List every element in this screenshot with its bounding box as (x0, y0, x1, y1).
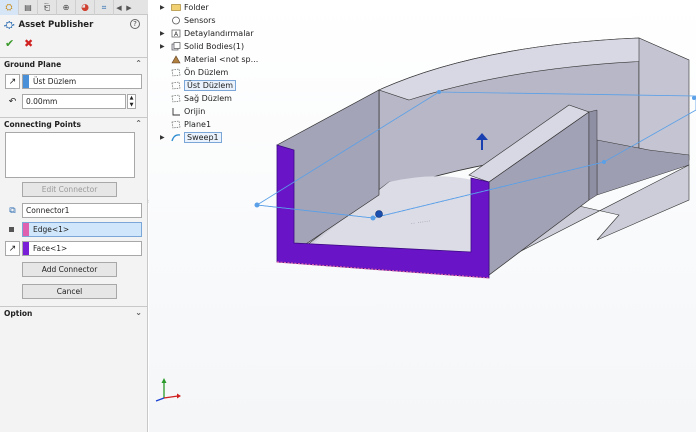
option-section-header[interactable]: Option ⌄ (0, 306, 148, 320)
chevron-up-icon[interactable]: ⌃ (135, 59, 142, 68)
right-upright-edge-face (588, 109, 598, 201)
property-manager-icon: ▤ (24, 3, 32, 12)
face-direction-icon[interactable]: ↗ (5, 241, 20, 256)
plane-handle[interactable] (692, 96, 696, 100)
offset-input[interactable]: 0.00mm (22, 94, 126, 109)
panel-title: ⛮ Asset Publisher ? (4, 18, 144, 32)
ground-plane-section-header[interactable]: Ground Plane ⌃ (0, 57, 148, 71)
stepper-down-icon[interactable]: ▼ (128, 102, 135, 109)
axis-triad (155, 378, 181, 402)
edge-swatch (23, 223, 29, 236)
cancel-button[interactable]: Cancel (22, 284, 117, 299)
x-axis-icon (163, 395, 179, 399)
connector-point-marker[interactable] (375, 210, 383, 218)
tab-property-manager[interactable]: ▤ (19, 0, 38, 15)
connector-list-box[interactable] (5, 132, 135, 178)
tree-item-plane1[interactable]: Plane1 (160, 118, 211, 130)
ok-button[interactable]: ✔ (5, 37, 14, 50)
cancel-x-button[interactable]: ✖ (24, 37, 33, 50)
asset-publisher-icon: ⛮ (4, 19, 15, 31)
offset-icon: ↶ (8, 96, 17, 107)
configuration-icon: ⎗ (43, 2, 51, 12)
annotations-icon: A (170, 28, 181, 38)
expand-icon[interactable]: ▶ (160, 30, 170, 37)
tree-item-solid-bodies[interactable]: ▶ Solid Bodies(1) (160, 40, 244, 52)
ground-plane-header-label: Ground Plane (4, 60, 62, 69)
tab-display-manager[interactable]: ◕ (76, 0, 95, 15)
z-axis-icon (155, 397, 165, 402)
tree-item-annotations[interactable]: ▶ A Detaylandırmalar (160, 27, 254, 39)
tab-scroll-right[interactable]: ▶ (124, 0, 134, 15)
face-value: Face<1> (33, 244, 68, 253)
tree-item-front-plane[interactable]: Ön Düzlem (160, 66, 228, 78)
tab-scroll-left[interactable]: ◀ (114, 0, 124, 15)
sweep-icon (170, 132, 181, 142)
chevron-right-icon: ▶ (126, 3, 132, 12)
dimxpert-icon: ⊕ (62, 3, 70, 12)
plane-handle[interactable] (602, 160, 606, 164)
tree-item-right-plane[interactable]: Sağ Düzlem (160, 92, 232, 104)
plane-direction-icon[interactable]: ↗ (5, 74, 20, 89)
tab-feature-manager[interactable]: ⛭ (0, 0, 19, 15)
tree-item-origin[interactable]: Orijin (160, 105, 205, 117)
plane-swatch (23, 75, 29, 88)
tab-dimxpert[interactable]: ⊕ (57, 0, 76, 15)
display-manager-icon: ◕ (81, 2, 89, 13)
expand-icon[interactable]: ▶ (160, 43, 170, 50)
tree-item-folder[interactable]: ▶ Folder (160, 1, 209, 13)
plane-handle[interactable] (437, 90, 441, 94)
tree-item-material[interactable]: Material <not sp... (160, 53, 258, 65)
expand-icon[interactable]: ▶ (160, 4, 170, 11)
solid-bodies-icon (170, 41, 181, 51)
face-swatch (23, 242, 29, 255)
edit-connector-button[interactable]: Edit Connector (22, 182, 117, 197)
add-connector-button[interactable]: Add Connector (22, 262, 117, 277)
material-icon (170, 54, 181, 64)
origin-icon (170, 106, 181, 116)
sensor-icon (170, 15, 181, 25)
plane-icon (170, 67, 181, 77)
chevron-left-icon: ◀ (116, 3, 122, 12)
plane-icon (170, 93, 181, 103)
connector-name-value: Connector1 (26, 206, 70, 215)
tab-configuration-manager[interactable]: ⎗ (38, 0, 57, 15)
folder-icon (170, 2, 181, 12)
tree-item-sensors[interactable]: Sensors (160, 14, 216, 26)
connecting-points-header-label: Connecting Points (4, 120, 81, 129)
option-header-label: Option (4, 309, 33, 318)
panel-tabs: ⛭ ▤ ⎗ ⊕ ◕ ⌗ ◀ ▶ (0, 0, 148, 15)
panel-title-text: Asset Publisher (18, 20, 94, 30)
edge-selection-field[interactable]: Edge<1> (22, 222, 142, 237)
tab-extra[interactable]: ⌗ (95, 0, 114, 15)
feature-manager-icon: ⛭ (5, 2, 13, 13)
connector-icon: ⧉ (9, 205, 16, 216)
offset-stepper[interactable]: ▲ ▼ (127, 94, 136, 109)
chevron-down-icon[interactable]: ⌄ (135, 308, 142, 317)
extra-tab-icon: ⌗ (101, 2, 107, 12)
ground-plane-value: Üst Düzlem (33, 77, 77, 86)
tree-item-sweep1[interactable]: ▶ Sweep1 (160, 131, 222, 143)
connecting-points-section-header[interactable]: Connecting Points ⌃ (0, 117, 148, 131)
edge-value: Edge<1> (33, 225, 70, 234)
face-selection-field[interactable]: Face<1> (22, 241, 142, 256)
edge-marker-icon (9, 227, 14, 232)
plane-handle[interactable] (370, 215, 376, 221)
connector-name-input[interactable]: Connector1 (22, 203, 142, 218)
property-manager-panel: ⛭ ▤ ⎗ ⊕ ◕ ⌗ ◀ ▶ ⛮ Asset Publisher ? ✔ ✖ … (0, 0, 148, 432)
tree-item-top-plane[interactable]: Üst Düzlem (160, 79, 237, 91)
help-icon[interactable]: ? (130, 19, 140, 29)
plane-icon (170, 119, 181, 129)
offset-value: 0.00mm (26, 97, 58, 106)
plane-icon (170, 80, 181, 90)
chevron-up-icon[interactable]: ⌃ (135, 119, 142, 128)
expand-icon[interactable]: ▶ (160, 134, 170, 141)
plane-handle[interactable] (254, 202, 260, 208)
ground-plane-field[interactable]: Üst Düzlem (22, 74, 142, 89)
